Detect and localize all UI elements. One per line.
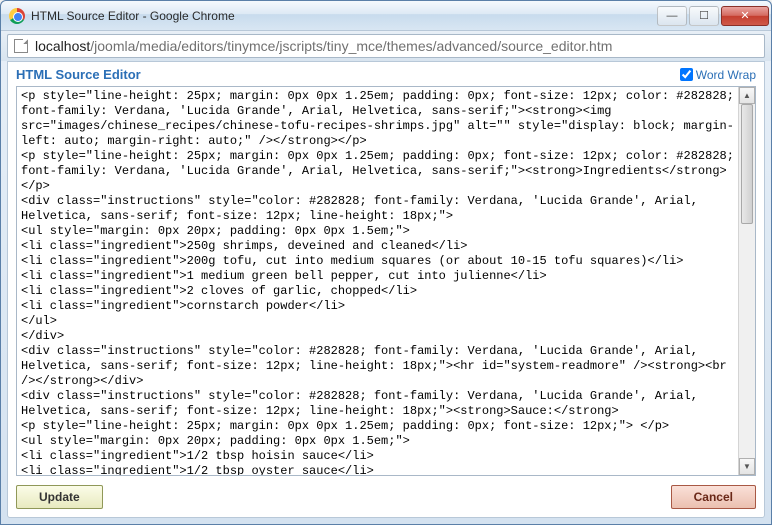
maximize-button[interactable]: ☐ [689, 6, 719, 26]
update-button[interactable]: Update [16, 485, 103, 509]
chrome-icon [9, 8, 25, 24]
editor-title: HTML Source Editor [16, 67, 680, 82]
source-textarea[interactable] [17, 87, 738, 475]
editor-footer: Update Cancel [8, 480, 764, 517]
textarea-wrapper: ▲ ▼ [16, 86, 756, 476]
word-wrap-checkbox[interactable] [680, 68, 693, 81]
scrollbar[interactable]: ▲ ▼ [738, 87, 755, 475]
page-icon [14, 39, 28, 53]
address-bar: localhost/joomla/media/editors/tinymce/j… [1, 31, 771, 61]
word-wrap-label: Word Wrap [696, 68, 756, 82]
window-buttons: — ☐ ✕ [655, 6, 769, 26]
minimize-button[interactable]: — [657, 6, 687, 26]
scroll-down-button[interactable]: ▼ [739, 458, 755, 475]
titlebar[interactable]: HTML Source Editor - Google Chrome — ☐ ✕ [1, 1, 771, 31]
address-field[interactable]: localhost/joomla/media/editors/tinymce/j… [7, 34, 765, 58]
url-path: /joomla/media/editors/tinymce/jscripts/t… [90, 38, 612, 54]
cancel-button[interactable]: Cancel [671, 485, 756, 509]
close-button[interactable]: ✕ [721, 6, 769, 26]
editor-body: ▲ ▼ [8, 86, 764, 480]
scroll-thumb[interactable] [741, 104, 753, 224]
editor-panel: HTML Source Editor Word Wrap ▲ ▼ Update … [7, 61, 765, 518]
scroll-up-button[interactable]: ▲ [739, 87, 755, 104]
word-wrap-toggle[interactable]: Word Wrap [680, 68, 756, 82]
url-host: localhost [35, 38, 90, 54]
chrome-window: HTML Source Editor - Google Chrome — ☐ ✕… [0, 0, 772, 525]
editor-header: HTML Source Editor Word Wrap [8, 62, 764, 86]
url-text: localhost/joomla/media/editors/tinymce/j… [35, 38, 612, 54]
window-title: HTML Source Editor - Google Chrome [31, 9, 655, 23]
